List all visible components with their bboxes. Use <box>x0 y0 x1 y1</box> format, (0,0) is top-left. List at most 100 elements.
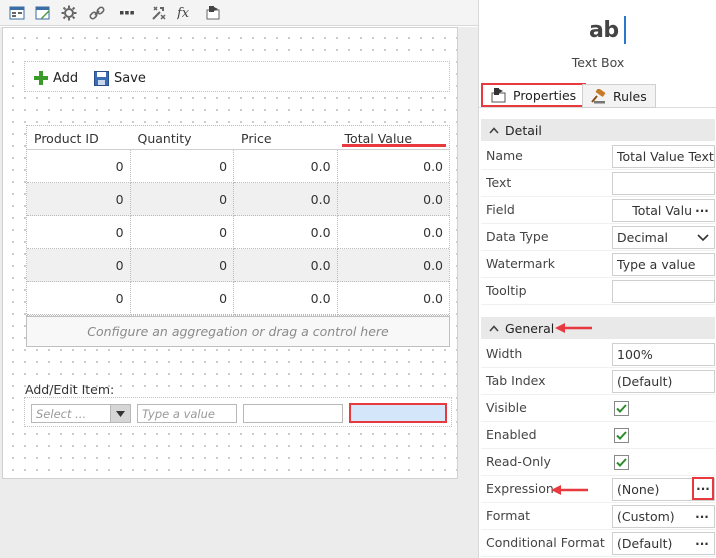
table-row[interactable]: 0 0 0.0 0.0 <box>27 282 450 315</box>
grid-cell: 0 <box>27 150 131 183</box>
view-icon[interactable] <box>7 3 27 23</box>
conditional-format-field[interactable]: (Default) ··· <box>612 532 715 555</box>
designer-toolbar: fx <box>0 0 478 26</box>
check-icon <box>616 404 627 413</box>
column-header[interactable]: Quantity <box>131 126 235 149</box>
expression-field[interactable]: (None) ··· <box>612 477 715 501</box>
prop-row-name: Name Total Value Text Box <box>481 143 715 170</box>
table-row[interactable]: 0 0 0.0 0.0 <box>27 216 450 249</box>
grid-cell: 0 <box>27 216 131 249</box>
panel-tabs: Properties Rules <box>479 82 716 108</box>
textbox-control-icon: ab <box>589 18 619 43</box>
chevron-down-icon[interactable] <box>110 405 130 422</box>
control-type-label: Text Box <box>571 55 625 70</box>
properties-panel: ab Text Box Properties Rules Detail Name… <box>478 0 716 558</box>
prop-label: Enabled <box>486 427 537 442</box>
add-button[interactable]: Add <box>34 69 78 87</box>
add-button-label: Add <box>53 70 79 86</box>
prop-label: Format <box>486 508 531 523</box>
list-view-grid: Product ID Quantity Price Total Value 0 … <box>26 125 450 316</box>
rules-gavel-icon <box>591 88 606 103</box>
total-value-textbox-selected[interactable] <box>349 403 447 423</box>
grid-cell: 0 <box>27 249 131 282</box>
prop-row-enabled: Enabled <box>481 422 715 449</box>
prop-label: Conditional Format <box>486 535 605 550</box>
properties-icon[interactable] <box>203 3 223 23</box>
more-icon[interactable] <box>117 3 137 23</box>
add-icon <box>34 71 48 85</box>
function-icon[interactable]: fx <box>176 3 196 23</box>
prop-row-tooltip: Tooltip <box>481 278 715 305</box>
expression-value: (None) <box>617 482 660 497</box>
prop-label: Text <box>486 175 512 190</box>
datatype-select[interactable]: Decimal <box>612 226 715 249</box>
aggregation-drop-zone[interactable]: Configure an aggregation or drag a contr… <box>26 316 450 347</box>
prop-row-expression: Expression (None) ··· <box>481 476 715 503</box>
table-row[interactable]: 0 0 0.0 0.0 <box>27 249 450 282</box>
ellipsis-icon[interactable]: ··· <box>693 508 711 525</box>
save-button[interactable]: Save <box>94 69 146 87</box>
width-field[interactable]: 100% <box>612 343 715 366</box>
ellipsis-icon[interactable]: ··· <box>693 202 711 219</box>
tooltip-field[interactable] <box>612 280 715 303</box>
section-general-title: General <box>505 320 555 336</box>
chevron-up-icon <box>489 324 499 332</box>
column-header[interactable]: Product ID <box>27 126 131 149</box>
section-detail-header[interactable]: Detail <box>481 119 715 141</box>
grid-cell: 0.0 <box>337 216 450 249</box>
tabindex-field[interactable]: (Default) <box>612 370 715 393</box>
readonly-checkbox[interactable] <box>614 455 629 470</box>
edit-form-icon[interactable] <box>33 3 53 23</box>
format-field[interactable]: (Custom) ··· <box>612 505 715 528</box>
quantity-input[interactable]: Type a value <box>137 404 237 423</box>
ellipsis-icon[interactable]: ··· <box>693 535 711 552</box>
price-input[interactable] <box>243 404 343 423</box>
chevron-down-icon <box>697 234 709 242</box>
save-button-label: Save <box>114 70 146 86</box>
save-icon <box>94 70 109 86</box>
tools-icon[interactable] <box>149 3 169 23</box>
tab-rules-label: Rules <box>613 88 647 104</box>
expression-ellipsis-icon[interactable]: ··· <box>692 477 714 500</box>
annotation-arrow-icon <box>555 323 592 333</box>
grid-cell: 0 <box>130 282 235 315</box>
watermark-field[interactable]: Type a value <box>612 253 715 276</box>
tab-rules[interactable]: Rules <box>582 84 656 108</box>
prop-row-tabindex: Tab Index (Default) <box>481 368 715 395</box>
link-icon[interactable] <box>87 3 107 23</box>
grid-cell: 0 <box>130 183 235 216</box>
text-field[interactable] <box>612 172 715 195</box>
grid-cell: 0.0 <box>337 249 450 282</box>
grid-cell: 0.0 <box>337 183 450 216</box>
field-picker[interactable]: Total Valu ··· <box>612 199 715 222</box>
prop-label: Name <box>486 148 523 163</box>
name-field[interactable]: Total Value Text Box <box>612 145 715 168</box>
section-general-header[interactable]: General <box>481 317 715 339</box>
column-header[interactable]: Price <box>234 126 338 149</box>
settings-icon[interactable] <box>59 3 79 23</box>
enabled-checkbox[interactable] <box>614 428 629 443</box>
total-value-highlight <box>342 144 446 147</box>
grid-cell: 0 <box>130 216 235 249</box>
properties-icon <box>491 87 506 102</box>
prop-label: Field <box>486 202 515 217</box>
prop-label: Tooltip <box>486 283 527 298</box>
annotation-arrow-icon <box>551 485 588 495</box>
prop-row-text: Text <box>481 170 715 197</box>
select-placeholder: Select ... <box>36 407 87 421</box>
product-select[interactable]: Select ... <box>31 404 131 423</box>
table-row[interactable]: 0 0 0.0 0.0 <box>27 183 450 216</box>
grid-cell: 0 <box>27 282 131 315</box>
prop-row-visible: Visible <box>481 395 715 422</box>
grid-cell: 0.0 <box>234 183 338 216</box>
prop-label: Data Type <box>486 229 549 244</box>
visible-checkbox[interactable] <box>614 401 629 416</box>
tab-properties[interactable]: Properties <box>481 83 587 107</box>
grid-cell: 0 <box>130 150 235 183</box>
table-row[interactable]: 0 0 0.0 0.0 <box>27 150 450 183</box>
edit-item-row: Select ... Type a value <box>24 397 452 427</box>
prop-label: Expression <box>486 481 554 496</box>
prop-label: Watermark <box>486 256 555 271</box>
prop-row-format: Format (Custom) ··· <box>481 503 715 530</box>
text-cursor-icon <box>624 16 626 44</box>
